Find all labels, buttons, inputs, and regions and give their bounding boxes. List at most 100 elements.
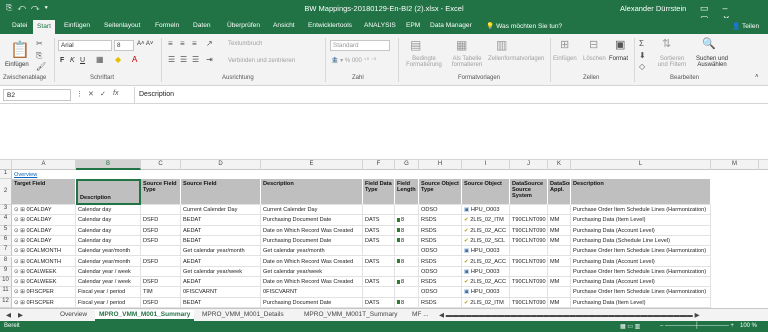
cell-g[interactable] (395, 205, 419, 216)
cell-a[interactable]: ⊙ ⊞ 0CALDAY (12, 205, 76, 216)
header-field-length[interactable]: Field Length (395, 179, 419, 205)
insert-cells-icon[interactable]: ⊞ (560, 38, 569, 51)
cell-d[interactable]: BEDAT (181, 215, 261, 226)
fill-icon[interactable]: ⬇ (639, 51, 646, 60)
cell-h[interactable]: RSDS (419, 225, 462, 236)
delete-cells-icon[interactable]: ⊟ (589, 38, 598, 51)
share-button[interactable]: 👤 Teilen (732, 22, 759, 30)
cell-g[interactable]: 8 (395, 277, 419, 288)
cell-i[interactable]: ✔ 2LIS_02_ACC (462, 277, 510, 288)
cell-g[interactable] (395, 287, 419, 298)
conditional-format-button[interactable]: Bedingte Formatierung (404, 56, 444, 68)
cell-h[interactable]: ODSO (419, 266, 462, 278)
header-field-data-type[interactable]: Field Data Type (363, 179, 395, 205)
row-number[interactable]: 11 (0, 287, 12, 298)
cell-j[interactable]: T90CLNT090 (510, 215, 548, 226)
cell-j[interactable]: T90CLNT090 (510, 235, 548, 247)
number-format-select[interactable]: Standard (330, 40, 390, 51)
borders-icon[interactable]: ▦ (96, 55, 104, 64)
column-header-l[interactable]: L (571, 160, 711, 170)
number-format-buttons[interactable]: 🏦 ▾ % 000 ⁺⁰ ⁻⁰ (331, 57, 376, 64)
cell-c[interactable]: DSFD (141, 277, 181, 288)
align-bottom-icon[interactable]: ≡ (192, 39, 197, 48)
cell-g[interactable]: 8 (395, 235, 419, 247)
worksheet-grid[interactable]: 1 Overview 2 Target Field Description So… (0, 170, 768, 308)
tab-data-manager[interactable]: Data Manager (430, 22, 472, 29)
align-top-icon[interactable]: ≡ (168, 39, 173, 48)
cell-e[interactable]: Date on Which Record Was Created (261, 256, 363, 267)
row-number[interactable]: 1 (0, 170, 12, 179)
name-box[interactable]: B2 (3, 89, 71, 101)
paste-icon[interactable]: 📋 (10, 40, 30, 60)
sheet-tab-t-summary[interactable]: MPRO_VMM_M001T_Summary (300, 310, 402, 319)
cell-i[interactable]: ▣ HPU_O003 (462, 246, 510, 257)
insert-function-icon[interactable]: fx (113, 90, 118, 97)
header-source-field-type[interactable]: Source Field Type (141, 179, 181, 205)
cell-e[interactable]: Date on Which Record Was Created (261, 225, 363, 236)
column-header-j[interactable]: J (510, 160, 548, 170)
cell-h[interactable]: RSDS (419, 215, 462, 226)
cell-f[interactable]: DATS (363, 225, 395, 236)
cell-a[interactable]: ⊙ ⊞ 0CALWEEK (12, 266, 76, 278)
cell-a[interactable]: ⊙ ⊞ 0FISCPER (12, 297, 76, 308)
overview-link-text[interactable]: Overview (14, 172, 37, 178)
cell-f[interactable]: DATS (363, 297, 395, 308)
insert-cells-button[interactable]: Einfügen (553, 56, 577, 62)
cell-h[interactable]: RSDS (419, 277, 462, 288)
cell-d[interactable]: Get calendar year/week (181, 266, 261, 278)
align-left-icon[interactable]: ☰ (168, 55, 175, 64)
cell-j[interactable]: T90CLNT090 (510, 277, 548, 288)
cell-l[interactable]: Purchase Order Item Schedule Lines (Harm… (571, 246, 711, 257)
tab-epm[interactable]: EPM (406, 22, 420, 29)
cell-b[interactable]: Calendar day (76, 205, 141, 216)
row-number[interactable]: 9 (0, 266, 12, 278)
wrap-text-button[interactable]: Textumbruch (228, 41, 262, 47)
cell-a[interactable]: ⊙ ⊞ 0CALMONTH (12, 256, 76, 267)
clear-icon[interactable]: ◇ (639, 62, 645, 71)
cell-g[interactable] (395, 266, 419, 278)
cell-f[interactable] (363, 205, 395, 216)
cell-a[interactable]: ⊙ ⊞ 0CALWEEK (12, 277, 76, 288)
cell-h[interactable]: ODSO (419, 287, 462, 298)
header-source-object[interactable]: Source Object (462, 179, 510, 205)
cell-l[interactable]: Purchasing Data (Account Level) (571, 225, 711, 236)
header-source-object-type[interactable]: Source Object Type (419, 179, 462, 205)
cell-h[interactable]: ODSO (419, 246, 462, 257)
cell-f[interactable] (363, 266, 395, 278)
header-datasource-system[interactable]: DataSource Source System (510, 179, 548, 205)
cell-k[interactable]: MM (548, 235, 571, 247)
cell-c[interactable]: DSFD (141, 235, 181, 247)
find-select-button[interactable]: Suchen und Auswählen (692, 56, 732, 68)
cell-b[interactable]: Calendar day (76, 235, 141, 247)
tab-daten[interactable]: Daten (193, 22, 211, 29)
sort-filter-button[interactable]: Sortieren und Filtern (654, 56, 690, 68)
row-number[interactable]: 8 (0, 256, 12, 267)
row-number[interactable]: 7 (0, 246, 12, 257)
cell-c[interactable] (141, 205, 181, 216)
cancel-icon[interactable]: ✕ (88, 90, 94, 98)
cell-k[interactable]: MM (548, 215, 571, 226)
header-description-selected[interactable]: Description (76, 179, 141, 205)
cell-f[interactable] (363, 246, 395, 257)
cell-d[interactable]: AEDAT (181, 277, 261, 288)
cell-k[interactable]: MM (548, 225, 571, 236)
header-description-3[interactable]: Description (571, 179, 711, 205)
select-all-corner[interactable] (0, 160, 12, 170)
merge-center-button[interactable]: Verbinden und zentrieren (228, 58, 295, 64)
cell-l[interactable]: Purchase Order Item Schedule Lines (Harm… (571, 287, 711, 298)
cell-e[interactable]: 0FISCVARNT (261, 287, 363, 298)
delete-cells-button[interactable]: Löschen (583, 56, 606, 62)
font-name-select[interactable]: Arial (58, 40, 112, 51)
cell-d[interactable]: 0FISCVARNT (181, 287, 261, 298)
tab-formeln[interactable]: Formeln (155, 22, 179, 29)
sheet-tab-overview[interactable]: Overview (56, 310, 91, 319)
cell-g[interactable]: 8 (395, 297, 419, 308)
tell-me-search[interactable]: 💡 Was möchten Sie tun? (486, 22, 562, 30)
header-target-field[interactable]: Target Field (12, 179, 76, 205)
column-header-k[interactable]: K (548, 160, 571, 170)
cell-l[interactable]: Purchasing Data (Item Level) (571, 297, 711, 308)
column-header-d[interactable]: D (181, 160, 261, 170)
cell-g[interactable]: 8 (395, 256, 419, 267)
cell-j[interactable] (510, 246, 548, 257)
row-number[interactable]: 4 (0, 215, 12, 226)
